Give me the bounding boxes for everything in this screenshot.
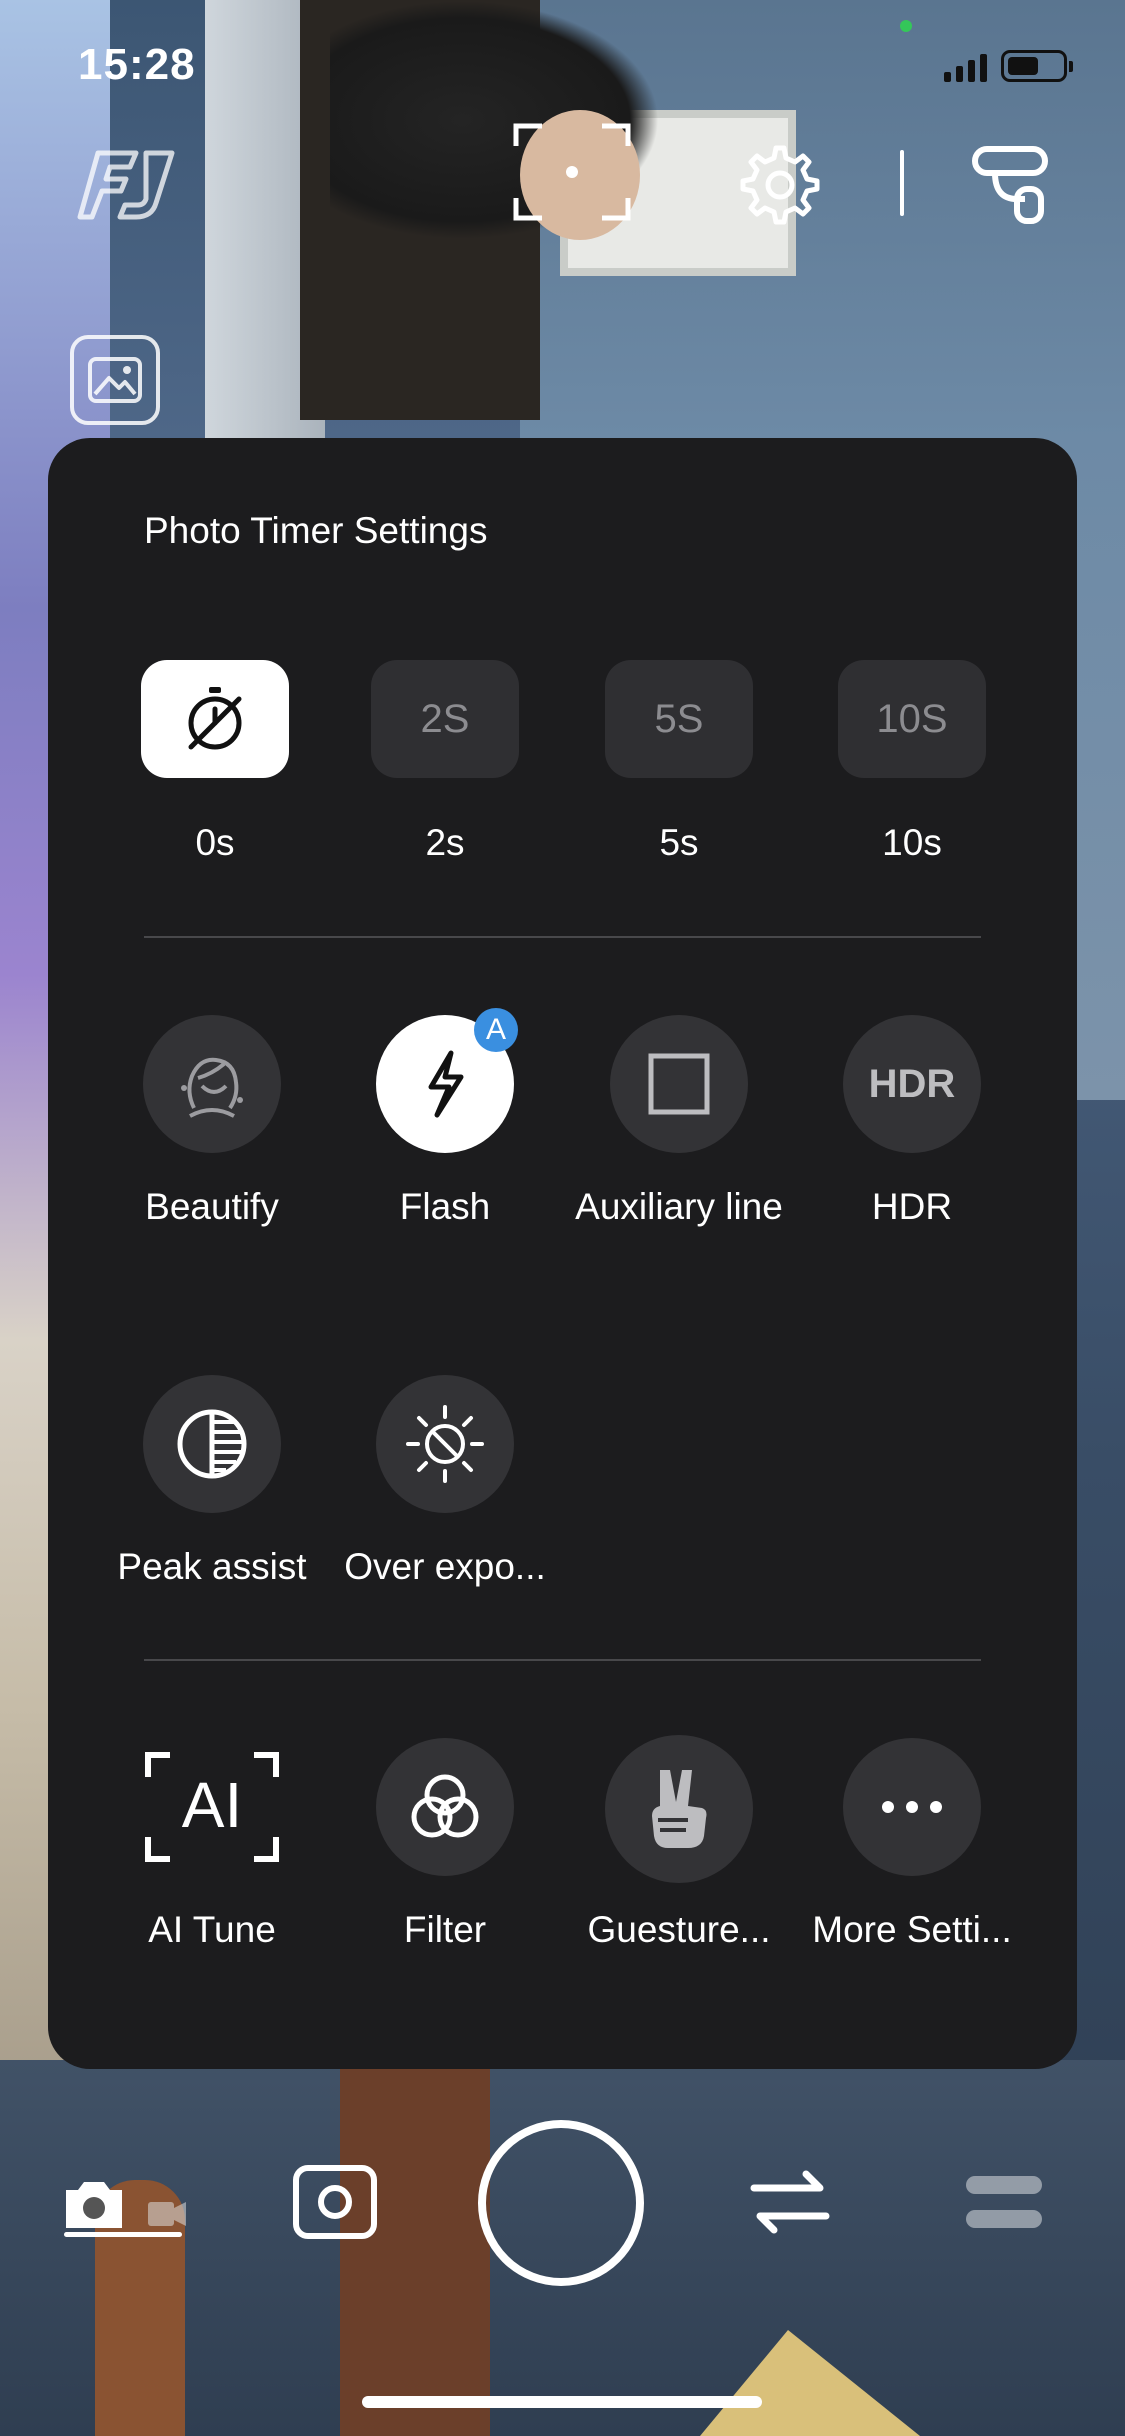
- timer-0s-button[interactable]: [141, 660, 289, 778]
- timer-5s-label: 5s: [659, 822, 699, 863]
- ai-tune-label: AI Tune: [148, 1909, 276, 1950]
- timer-2s-button[interactable]: 2S: [371, 660, 519, 778]
- filter-icon: [411, 1774, 479, 1838]
- gesture-button[interactable]: [605, 1735, 753, 1883]
- lens-icon: [293, 2165, 377, 2239]
- more-settings-label: More Setti...: [812, 1909, 1012, 1950]
- section-divider: [144, 1659, 981, 1661]
- camera-in-use-indicator: [900, 20, 912, 32]
- flash-label: Flash: [399, 1186, 491, 1227]
- auxiliary-line-label: Auxiliary line: [575, 1186, 783, 1227]
- toggles-button[interactable]: [962, 2170, 1046, 2234]
- app-logo-icon[interactable]: [66, 140, 186, 230]
- over-exposure-button[interactable]: [376, 1375, 514, 1513]
- beautify-icon: [181, 1057, 243, 1118]
- filter-button[interactable]: [376, 1738, 514, 1876]
- preview-wood: [340, 2060, 490, 2436]
- gallery-icon[interactable]: [70, 335, 160, 425]
- peak-assist-button[interactable]: [143, 1375, 281, 1513]
- gesture-hand-icon: [652, 1770, 707, 1848]
- video-mode-icon: [148, 2202, 186, 2226]
- photo-mode-icon: [66, 2182, 122, 2228]
- signal-icon: [944, 52, 987, 82]
- toggles-icon: [966, 2176, 1042, 2228]
- filter-label: Filter: [403, 1909, 487, 1950]
- auxiliary-line-button[interactable]: [610, 1015, 748, 1153]
- peak-assist-icon: [177, 1409, 247, 1479]
- switch-camera-button[interactable]: [748, 2166, 832, 2238]
- battery-icon: [1001, 50, 1073, 82]
- switch-camera-icon: [750, 2170, 830, 2234]
- ai-tune-icon: AI: [145, 1752, 279, 1862]
- timer-off-icon: [188, 687, 242, 750]
- timer-10s-label: 10s: [882, 822, 942, 863]
- home-indicator[interactable]: [362, 2396, 762, 2408]
- status-time: 15:28: [78, 40, 196, 89]
- shutter-button[interactable]: [478, 2120, 644, 2286]
- section-divider: [144, 936, 981, 938]
- focus-frame-icon[interactable]: [512, 122, 632, 222]
- timer-5s-button[interactable]: 5S: [605, 660, 753, 778]
- gimbal-icon[interactable]: [962, 138, 1058, 234]
- beautify-button[interactable]: [143, 1015, 281, 1153]
- panel-title: Photo Timer Settings: [144, 510, 488, 551]
- hdr-button[interactable]: HDR: [843, 1015, 981, 1153]
- more-settings-button[interactable]: [843, 1738, 981, 1876]
- timer-2s-label: 2s: [425, 822, 465, 863]
- timer-10s-button[interactable]: 10S: [838, 660, 986, 778]
- hdr-icon: HDR: [868, 1061, 956, 1106]
- gear-icon[interactable]: [735, 140, 825, 230]
- gesture-label: Guesture...: [587, 1909, 771, 1950]
- status-icons: [944, 50, 1073, 82]
- flash-icon: [428, 1050, 464, 1118]
- grid-square-icon: [648, 1053, 710, 1115]
- peak-assist-label: Peak assist: [117, 1546, 307, 1587]
- toolbar-divider: [900, 150, 904, 216]
- beautify-label: Beautify: [145, 1186, 279, 1227]
- lens-button[interactable]: [292, 2164, 378, 2240]
- exposure-off-icon: [406, 1405, 484, 1483]
- hdr-label: HDR: [871, 1186, 953, 1227]
- over-exposure-label: Over expo...: [344, 1546, 546, 1587]
- mode-selected-indicator: [64, 2232, 182, 2237]
- ai-tune-button[interactable]: AI: [143, 1738, 281, 1876]
- camera-screen: 15:28 Photo Timer Settings 2S 5S 10S 0s …: [0, 0, 1125, 2436]
- more-dots-icon: [882, 1801, 942, 1813]
- flash-auto-badge: A: [474, 1008, 518, 1052]
- timer-0s-label: 0s: [195, 822, 235, 863]
- svg-text:AI: AI: [182, 1769, 242, 1841]
